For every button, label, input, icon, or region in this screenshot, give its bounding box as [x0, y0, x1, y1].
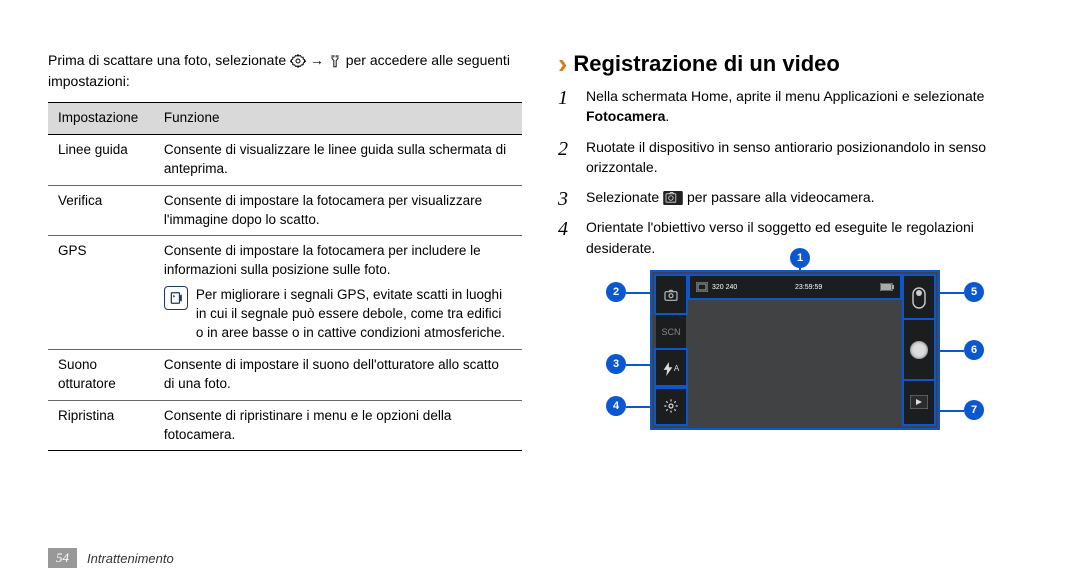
callout-4: 4	[606, 396, 626, 416]
table-row: Verifica Consente di impostare la fotoca…	[48, 185, 522, 236]
settings-table: Impostazione Funzione Linee guida Consen…	[48, 102, 522, 451]
record-button[interactable]	[904, 320, 934, 381]
gps-note: Per migliorare i segnali GPS, evitate sc…	[196, 286, 512, 343]
right-column: › Registrazione di un video Nella scherm…	[558, 50, 1032, 451]
setting-desc: Consente di ripristinare i menu e le opz…	[154, 400, 522, 451]
viewfinder-topbar: 320 240 23:59:59	[690, 276, 900, 298]
setting-name: Linee guida	[48, 134, 154, 185]
flash-icon[interactable]: A	[656, 350, 686, 387]
table-header-row: Impostazione Funzione	[48, 103, 522, 135]
resolution-indicator: 320 240	[696, 282, 737, 292]
settings-icon[interactable]	[656, 387, 686, 424]
setting-name: Suono otturatore	[48, 349, 154, 400]
col-function: Funzione	[154, 103, 522, 135]
callout-2: 2	[606, 282, 626, 302]
setting-desc: Consente di impostare la fotocamera per …	[154, 236, 522, 349]
gps-desc: Consente di impostare la fotocamera per …	[164, 243, 481, 277]
setting-name: GPS	[48, 236, 154, 349]
setting-desc: Consente di visualizzare le linee guida …	[154, 134, 522, 185]
chevron-icon: ›	[558, 50, 567, 78]
app-name: Fotocamera	[586, 108, 665, 124]
steps-list: Nella schermata Home, aprite il menu App…	[558, 86, 1032, 258]
table-row: Suono otturatore Consente di impostare i…	[48, 349, 522, 400]
callout-6: 6	[964, 340, 984, 360]
setting-desc: Consente di impostare il suono dell'ottu…	[154, 349, 522, 400]
col-setting: Impostazione	[48, 103, 154, 135]
table-row: Ripristina Consente di ripristinare i me…	[48, 400, 522, 451]
page-footer: 54 Intrattenimento	[48, 548, 174, 568]
table-row: GPS Consente di impostare la fotocamera …	[48, 236, 522, 349]
table-row: Linee guida Consente di visualizzare le …	[48, 134, 522, 185]
section-name: Intrattenimento	[87, 551, 174, 566]
callout-7: 7	[964, 400, 984, 420]
step-2: Ruotate il dispositivo in senso antiorar…	[558, 137, 1032, 178]
viewfinder-right-controls	[904, 276, 934, 424]
mode-switch-icon[interactable]	[904, 276, 934, 320]
arrow-text: →	[310, 52, 324, 68]
tool-icon	[328, 53, 342, 69]
scene-mode-icon[interactable]: SCN	[656, 313, 686, 350]
heading-title: Registrazione di un video	[573, 51, 839, 77]
recording-time: 23:59:59	[795, 284, 822, 291]
section-heading: › Registrazione di un video	[558, 50, 1032, 78]
gear-icon	[290, 53, 306, 69]
camera-icon	[663, 191, 683, 205]
viewfinder-frame: 320 240 23:59:59 SCN A	[650, 270, 940, 430]
left-column: Prima di scattare una foto, selezionate …	[48, 50, 522, 451]
page-number: 54	[48, 548, 77, 568]
callout-1: 1	[790, 248, 810, 268]
viewfinder-diagram: 1 2 3 4 5 6 7 320 240	[600, 270, 990, 440]
setting-name: Ripristina	[48, 400, 154, 451]
intro-text: Prima di scattare una foto, selezionate …	[48, 50, 522, 92]
gallery-thumbnail[interactable]	[904, 381, 934, 425]
setting-desc: Consente di impostare la fotocamera per …	[154, 185, 522, 236]
setting-name: Verifica	[48, 185, 154, 236]
switch-camera-icon[interactable]	[656, 276, 686, 313]
callout-5: 5	[964, 282, 984, 302]
intro-before: Prima di scattare una foto, selezionate	[48, 52, 290, 68]
battery-icon	[880, 283, 894, 291]
note-icon	[164, 286, 188, 310]
step-3: Selezionate per passare alla videocamera…	[558, 187, 1032, 207]
viewfinder-left-controls: SCN A	[656, 276, 686, 424]
step-1: Nella schermata Home, aprite il menu App…	[558, 86, 1032, 127]
callout-3: 3	[606, 354, 626, 374]
